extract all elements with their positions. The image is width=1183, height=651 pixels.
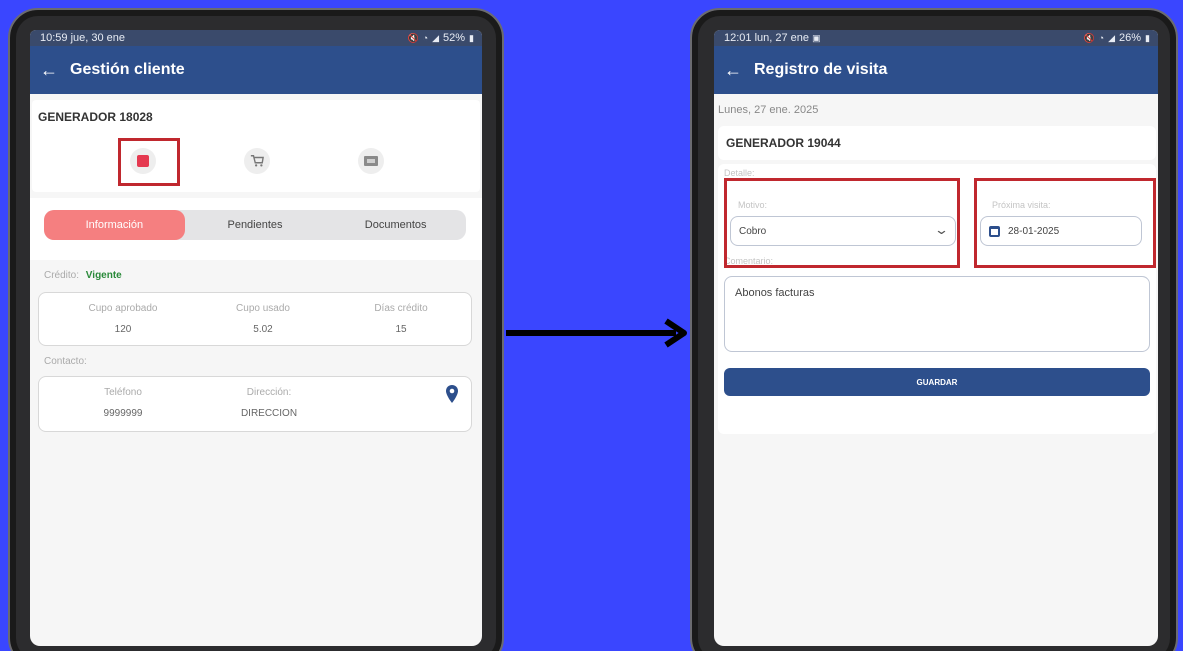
status-time-group: 12:01 lun, 27 ene ▣ (724, 32, 821, 44)
stat-label: Días crédito (374, 303, 428, 314)
credit-value: Vigente (85, 270, 122, 281)
page-title: Registro de visita (754, 61, 888, 78)
screen-registro-visita: 12:01 lun, 27 ene ▣ 🔇 ◔ ◢ 26% ▮ ← Regist… (714, 30, 1158, 646)
contact-box: Teléfono 9999999 Dirección: DIRECCION (38, 376, 472, 432)
mute-icon: 🔇 (1083, 32, 1095, 43)
highlight-box (118, 138, 180, 186)
wifi-icon: ◔ (1098, 33, 1105, 43)
credit-stats-box: Cupo aprobado 120 Cupo usado 5.02 Días c… (38, 292, 472, 346)
visit-date: Lunes, 27 ene. 2025 (718, 104, 819, 116)
comment-value: Abonos facturas (735, 287, 815, 299)
status-time: 12:01 lun, 27 ene (724, 32, 810, 44)
signal-icon: ◢ (1108, 32, 1116, 43)
status-icons: 🔇 ◔ ◢ 26% ▮ (1083, 32, 1150, 44)
phone-label: Teléfono (104, 387, 142, 398)
wifi-icon: ◔ (422, 33, 429, 43)
address-label: Dirección: (246, 387, 292, 398)
tab-documentos[interactable]: Documentos (325, 210, 466, 240)
tab-bar: Información Pendientes Documentos (44, 210, 466, 240)
stat-dias-credito: Días crédito 15 (341, 303, 461, 335)
app-bar: ← Registro de visita (714, 46, 1158, 94)
page-title: Gestión cliente (70, 61, 185, 78)
app-bar: ← Gestión cliente (30, 46, 482, 94)
client-card: GENERADOR 18028 (32, 100, 480, 192)
tablet-left: 10:59 jue, 30 ene 🔇 ◔ ◢ 52% ▮ ← Gestión … (8, 8, 504, 651)
stat-cupo-usado: Cupo usado 5.02 (203, 303, 323, 335)
credit-status: Crédito: Vigente (44, 270, 122, 281)
highlight-box-motive (724, 178, 960, 268)
contact-address: Dirección: DIRECCION (209, 387, 329, 419)
stat-value: 15 (395, 324, 407, 335)
stat-value: 120 (114, 324, 132, 335)
mute-icon: 🔇 (407, 32, 419, 43)
phone-value: 9999999 (103, 408, 143, 419)
payment-button[interactable] (358, 148, 384, 174)
tab-pendientes[interactable]: Pendientes (185, 210, 326, 240)
client-name: GENERADOR 18028 (38, 110, 153, 124)
map-pin-icon[interactable] (445, 385, 459, 403)
status-bar: 12:01 lun, 27 ene ▣ 🔇 ◔ ◢ 26% ▮ (714, 30, 1158, 46)
comment-textarea[interactable]: Abonos facturas (724, 276, 1150, 352)
money-icon (364, 156, 378, 166)
status-icons: 🔇 ◔ ◢ 52% ▮ (407, 32, 474, 44)
battery-icon: ▮ (1145, 32, 1150, 43)
visit-form: Detalle: Motivo: Cobro ⌄ Próxima visita:… (718, 164, 1156, 434)
save-button[interactable]: GUARDAR (724, 368, 1150, 396)
notification-icon: ▣ (812, 33, 821, 43)
cart-icon (250, 155, 264, 167)
tabs-card: Información Pendientes Documentos (30, 198, 482, 260)
contact-section-label: Contacto: (44, 356, 87, 367)
stat-label: Cupo usado (236, 303, 290, 314)
signal-icon: ◢ (432, 32, 440, 43)
tablet-right: 12:01 lun, 27 ene ▣ 🔇 ◔ ◢ 26% ▮ ← Regist… (690, 8, 1178, 651)
stat-value: 5.02 (253, 324, 273, 335)
highlight-box-next-visit (974, 178, 1156, 268)
screen-gestion-cliente: 10:59 jue, 30 ene 🔇 ◔ ◢ 52% ▮ ← Gestión … (30, 30, 482, 646)
client-card: GENERADOR 19044 (718, 126, 1156, 160)
client-name: GENERADOR 19044 (726, 136, 841, 150)
stat-label: Cupo aprobado (88, 303, 158, 314)
tab-informacion[interactable]: Información (44, 210, 185, 240)
credit-label: Crédito: (44, 270, 80, 281)
contact-phone: Teléfono 9999999 (63, 387, 183, 419)
stat-cupo-aprobado: Cupo aprobado 120 (63, 303, 183, 335)
battery-level: 52% (443, 32, 466, 44)
address-value: DIRECCION (240, 408, 298, 419)
status-time: 10:59 jue, 30 ene (40, 32, 126, 44)
back-arrow-icon[interactable]: ← (724, 60, 750, 81)
cart-button[interactable] (244, 148, 270, 174)
status-bar: 10:59 jue, 30 ene 🔇 ◔ ◢ 52% ▮ (30, 30, 482, 46)
battery-icon: ▮ (469, 32, 474, 43)
flow-arrow (506, 318, 687, 348)
back-arrow-icon[interactable]: ← (40, 60, 66, 81)
detail-label: Detalle: (724, 168, 755, 178)
battery-level: 26% (1119, 32, 1142, 44)
